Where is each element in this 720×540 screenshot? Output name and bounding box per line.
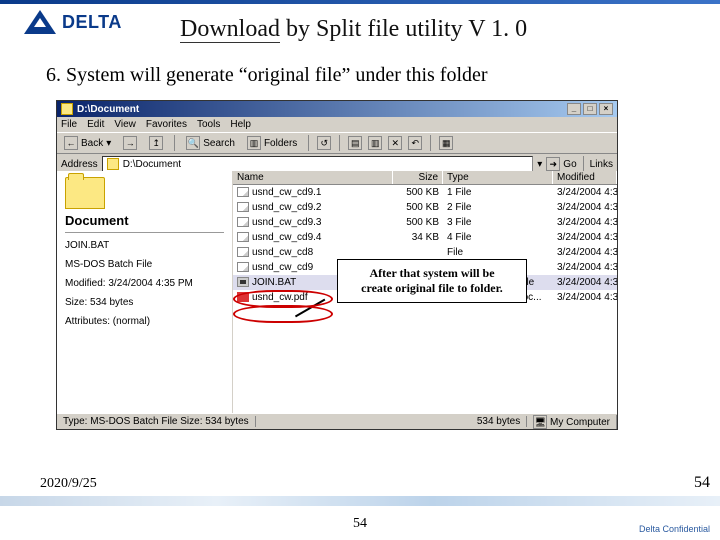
- file-icon: [237, 277, 249, 287]
- delete-icon[interactable]: ✕: [388, 136, 402, 150]
- status-bar: Type: MS-DOS Batch File Size: 534 bytes …: [57, 413, 617, 429]
- search-icon: 🔍: [186, 136, 200, 150]
- menu-help[interactable]: Help: [230, 119, 251, 130]
- slide-title: Download by Split file utility V 1. 0: [180, 16, 527, 43]
- go-button[interactable]: ➜Go: [546, 157, 576, 171]
- selected-file-modified: Modified: 3/24/2004 4:35 PM: [65, 277, 224, 290]
- file-row[interactable]: usnd_cw_cd9.434 KB4 File3/24/2004 4:32 P…: [233, 230, 617, 245]
- copy-to-icon[interactable]: ▥: [368, 136, 382, 150]
- column-headers: Name Size Type Modified: [233, 171, 617, 185]
- explorer-screenshot: D:\Document _ □ × File Edit View Favorit…: [56, 100, 618, 430]
- dropdown-icon: ▾: [106, 138, 111, 149]
- file-row[interactable]: usnd_cw_cd9.3500 KB3 File3/24/2004 4:31 …: [233, 215, 617, 230]
- file-row[interactable]: usnd_cw_cd8File3/24/2004 4:33 PM: [233, 245, 617, 260]
- toolbar: ←Back ▾ → ↥ 🔍Search ▥Folders ↺ ▤ ▥ ✕ ↶ ▦: [57, 133, 617, 154]
- file-icon: [237, 202, 249, 212]
- menu-bar: File Edit View Favorites Tools Help: [57, 117, 617, 133]
- address-input[interactable]: D:\Document: [102, 156, 534, 172]
- confidential-label: Delta Confidential: [639, 524, 710, 534]
- page-number-right: 54: [694, 474, 710, 492]
- menu-tools[interactable]: Tools: [197, 119, 220, 130]
- address-label: Address: [61, 159, 98, 170]
- current-folder-name: Document: [65, 213, 224, 233]
- menu-edit[interactable]: Edit: [87, 119, 104, 130]
- selected-file-attributes: Attributes: (normal): [65, 315, 224, 328]
- maximize-button[interactable]: □: [583, 103, 597, 115]
- task-pane: Document JOIN.BAT MS-DOS Batch File Modi…: [57, 171, 233, 413]
- file-icon: [237, 262, 249, 272]
- address-dropdown-icon[interactable]: ▾: [537, 159, 542, 170]
- col-header-size[interactable]: Size: [393, 171, 443, 184]
- go-arrow-icon: ➜: [546, 157, 560, 171]
- move-to-icon[interactable]: ▤: [348, 136, 362, 150]
- status-location: 🖥 My Computer: [527, 415, 617, 429]
- folder-icon: [61, 103, 73, 115]
- slide-date: 2020/9/25: [40, 476, 97, 492]
- forward-button[interactable]: →: [120, 135, 140, 151]
- up-button[interactable]: ↥: [146, 135, 166, 151]
- col-header-modified[interactable]: Modified: [553, 171, 617, 184]
- back-arrow-icon: ←: [64, 136, 78, 150]
- menu-file[interactable]: File: [61, 119, 77, 130]
- callout-line1: After that system will be: [348, 266, 516, 281]
- menu-view[interactable]: View: [114, 119, 136, 130]
- up-folder-icon: ↥: [149, 136, 163, 150]
- selected-file-name: JOIN.BAT: [65, 239, 224, 252]
- file-row[interactable]: usnd_cw_cd9.2500 KB2 File3/24/2004 4:31 …: [233, 200, 617, 215]
- window-title: D:\Document: [77, 104, 139, 115]
- file-icon: [237, 187, 249, 197]
- brand-logo: DELTA: [24, 10, 122, 34]
- folders-button[interactable]: ▥Folders: [244, 135, 300, 151]
- undo-icon[interactable]: ↶: [408, 136, 422, 150]
- slide: DELTA Download by Split file utility V 1…: [0, 0, 720, 540]
- file-icon: [237, 232, 249, 242]
- callout-box: After that system will be create origina…: [337, 259, 527, 303]
- forward-arrow-icon: →: [123, 136, 137, 150]
- window-titlebar[interactable]: D:\Document _ □ ×: [57, 101, 617, 117]
- slide-subtitle: 6. System will generate “original file” …: [46, 64, 488, 87]
- status-type-size: Type: MS-DOS Batch File Size: 534 bytes: [57, 416, 256, 427]
- brand-text: DELTA: [62, 12, 122, 33]
- history-icon[interactable]: ↺: [317, 136, 331, 150]
- file-row[interactable]: usnd_cw_cd9.1500 KB1 File3/24/2004 4:31 …: [233, 185, 617, 200]
- top-accent-bar: [0, 0, 720, 4]
- big-folder-icon: [65, 177, 105, 209]
- selected-file-type: MS-DOS Batch File: [65, 258, 224, 271]
- page-number-center: 54: [0, 516, 720, 532]
- menu-favorites[interactable]: Favorites: [146, 119, 187, 130]
- col-header-type[interactable]: Type: [443, 171, 553, 184]
- search-button[interactable]: 🔍Search: [183, 135, 238, 151]
- views-icon[interactable]: ▦: [439, 136, 453, 150]
- selected-file-size: Size: 534 bytes: [65, 296, 224, 309]
- status-size: 534 bytes: [471, 416, 527, 427]
- footer-accent-bar: [0, 496, 720, 506]
- links-label[interactable]: Links: [590, 159, 613, 170]
- file-icon: [237, 247, 249, 257]
- folder-icon: [107, 158, 119, 170]
- minimize-button[interactable]: _: [567, 103, 581, 115]
- callout-line2: create original file to folder.: [348, 281, 516, 296]
- file-icon: [237, 217, 249, 227]
- delta-triangle-icon: [24, 10, 56, 34]
- my-computer-icon: 🖥: [533, 415, 547, 429]
- back-button[interactable]: ←Back ▾: [61, 135, 114, 151]
- folders-icon: ▥: [247, 136, 261, 150]
- file-icon: [237, 292, 249, 302]
- close-button[interactable]: ×: [599, 103, 613, 115]
- col-header-name[interactable]: Name: [233, 171, 393, 184]
